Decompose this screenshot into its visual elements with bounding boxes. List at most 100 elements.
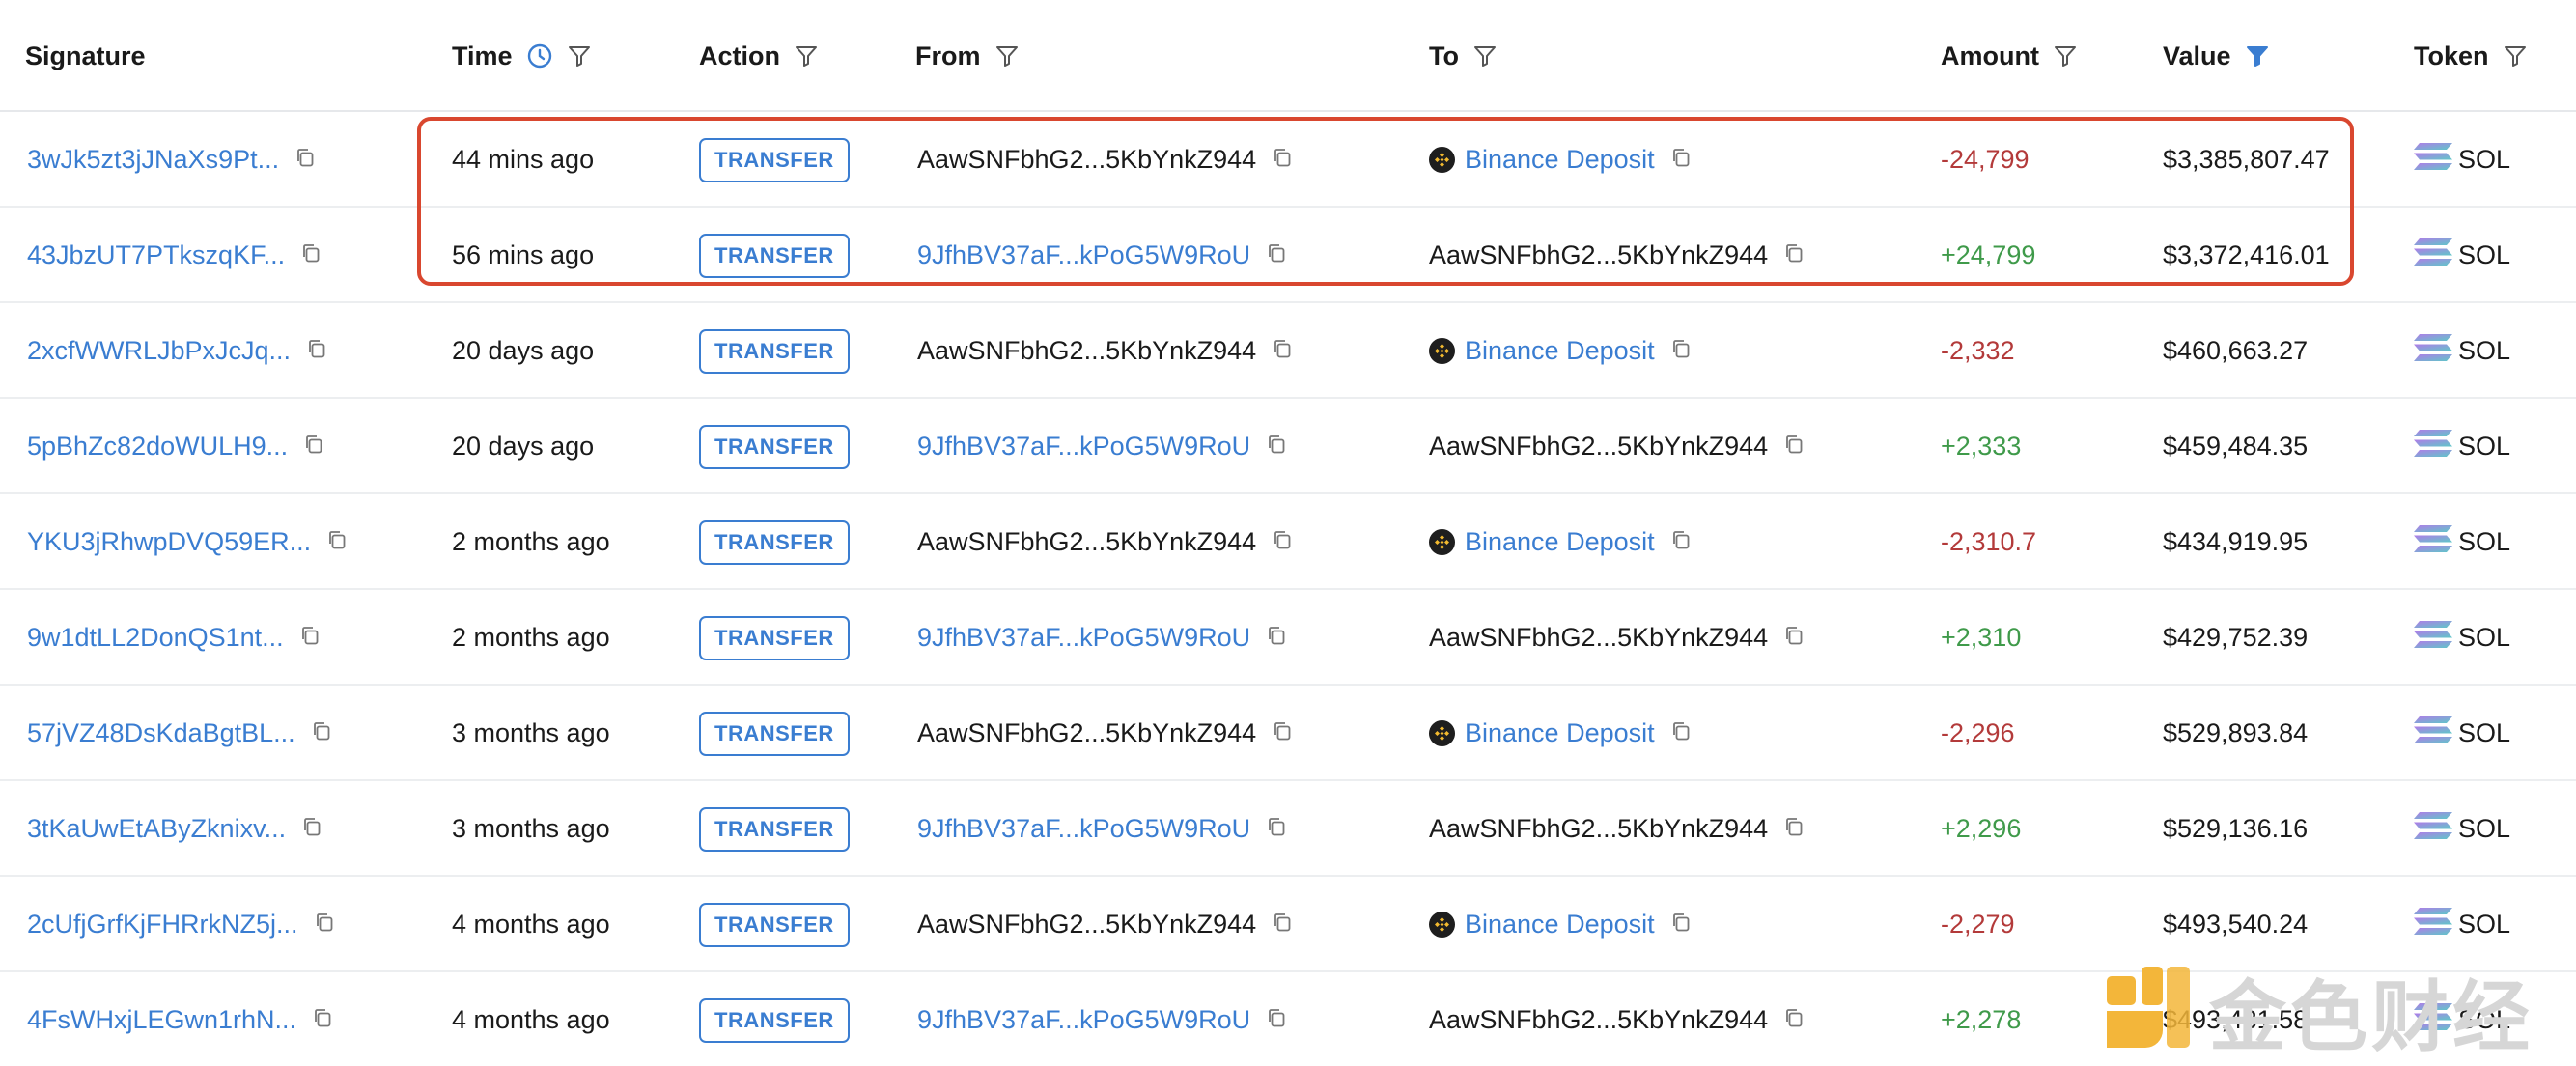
action-badge[interactable]: TRANSFER bbox=[699, 615, 850, 660]
to-address[interactable]: Binance Deposit bbox=[1465, 718, 1655, 748]
from-cell[interactable]: AawSNFbhG2...5KbYnkZ944 bbox=[917, 303, 1293, 399]
to-address[interactable]: Binance Deposit bbox=[1465, 527, 1655, 557]
token-symbol[interactable]: SOL bbox=[2458, 718, 2510, 748]
signature-link[interactable]: YKU3jRhwpDVQ59ER... bbox=[27, 527, 311, 557]
signature-link[interactable]: 2cUfjGrfKjFHRrkNZ5j... bbox=[27, 910, 298, 940]
copy-icon[interactable] bbox=[1670, 336, 1692, 366]
copy-icon[interactable] bbox=[1783, 623, 1805, 653]
from-cell[interactable]: 9JfhBV37aF...kPoG5W9RoU bbox=[917, 590, 1287, 686]
from-cell[interactable]: 9JfhBV37aF...kPoG5W9RoU bbox=[917, 781, 1287, 877]
copy-icon[interactable] bbox=[299, 623, 321, 653]
signature-cell[interactable]: 3wJk5zt3jJNaXs9Pt... bbox=[27, 112, 316, 208]
to-cell[interactable]: AawSNFbhG2...5KbYnkZ944 bbox=[1429, 972, 1805, 1066]
copy-icon[interactable] bbox=[301, 814, 322, 844]
from-cell[interactable]: 9JfhBV37aF...kPoG5W9RoU bbox=[917, 208, 1287, 303]
copy-icon[interactable] bbox=[303, 432, 324, 462]
from-cell[interactable]: AawSNFbhG2...5KbYnkZ944 bbox=[917, 877, 1293, 972]
table-row[interactable]: YKU3jRhwpDVQ59ER... 2 months ago TRANSFE… bbox=[0, 494, 2576, 590]
from-address[interactable]: AawSNFbhG2...5KbYnkZ944 bbox=[917, 910, 1256, 940]
table-row[interactable]: 3wJk5zt3jJNaXs9Pt... 44 mins ago TRANSFE… bbox=[0, 112, 2576, 208]
from-address[interactable]: AawSNFbhG2...5KbYnkZ944 bbox=[917, 145, 1256, 175]
signature-link[interactable]: 9w1dtLL2DonQS1nt... bbox=[27, 623, 284, 653]
token-cell[interactable]: SOL bbox=[2414, 112, 2510, 208]
to-address[interactable]: AawSNFbhG2...5KbYnkZ944 bbox=[1429, 1005, 1768, 1035]
signature-link[interactable]: 4FsWHxjLEGwn1rhN... bbox=[27, 1005, 296, 1035]
table-row[interactable]: 2xcfWWRLJbPxJcJq... 20 days ago TRANSFER… bbox=[0, 303, 2576, 399]
token-cell[interactable]: SOL bbox=[2414, 686, 2510, 781]
signature-cell[interactable]: 43JbzUT7PTkszqKF... bbox=[27, 208, 322, 303]
token-symbol[interactable]: SOL bbox=[2458, 432, 2510, 462]
to-cell[interactable]: AawSNFbhG2...5KbYnkZ944 bbox=[1429, 399, 1805, 494]
token-cell[interactable]: SOL bbox=[2414, 781, 2510, 877]
copy-icon[interactable] bbox=[1272, 527, 1293, 557]
copy-icon[interactable] bbox=[1670, 527, 1692, 557]
copy-icon[interactable] bbox=[311, 718, 332, 748]
from-address[interactable]: 9JfhBV37aF...kPoG5W9RoU bbox=[917, 432, 1250, 462]
copy-icon[interactable] bbox=[1670, 910, 1692, 940]
table-row[interactable]: 5pBhZc82doWULH9... 20 days ago TRANSFER … bbox=[0, 399, 2576, 494]
copy-icon[interactable] bbox=[314, 910, 335, 940]
signature-link[interactable]: 5pBhZc82doWULH9... bbox=[27, 432, 288, 462]
copy-icon[interactable] bbox=[1783, 814, 1805, 844]
copy-icon[interactable] bbox=[1783, 240, 1805, 270]
to-address[interactable]: AawSNFbhG2...5KbYnkZ944 bbox=[1429, 623, 1768, 653]
signature-link[interactable]: 3wJk5zt3jJNaXs9Pt... bbox=[27, 145, 279, 175]
table-row[interactable]: 3tKaUwEtAByZknixv... 3 months ago TRANSF… bbox=[0, 781, 2576, 877]
token-symbol[interactable]: SOL bbox=[2458, 814, 2510, 844]
from-address[interactable]: 9JfhBV37aF...kPoG5W9RoU bbox=[917, 623, 1250, 653]
copy-icon[interactable] bbox=[1266, 432, 1287, 462]
token-cell[interactable]: SOL bbox=[2414, 590, 2510, 686]
from-cell[interactable]: 9JfhBV37aF...kPoG5W9RoU bbox=[917, 399, 1287, 494]
filter-icon[interactable] bbox=[567, 43, 592, 69]
copy-icon[interactable] bbox=[312, 1005, 333, 1035]
copy-icon[interactable] bbox=[1266, 814, 1287, 844]
token-symbol[interactable]: SOL bbox=[2458, 910, 2510, 940]
from-address[interactable]: 9JfhBV37aF...kPoG5W9RoU bbox=[917, 1005, 1250, 1035]
token-cell[interactable]: SOL bbox=[2414, 208, 2510, 303]
token-cell[interactable]: SOL bbox=[2414, 303, 2510, 399]
copy-icon[interactable] bbox=[300, 240, 322, 270]
copy-icon[interactable] bbox=[1783, 1005, 1805, 1035]
action-badge[interactable]: TRANSFER bbox=[699, 806, 850, 852]
signature-cell[interactable]: YKU3jRhwpDVQ59ER... bbox=[27, 494, 348, 590]
action-badge[interactable]: TRANSFER bbox=[699, 519, 850, 565]
copy-icon[interactable] bbox=[1272, 336, 1293, 366]
copy-icon[interactable] bbox=[326, 527, 348, 557]
to-address[interactable]: AawSNFbhG2...5KbYnkZ944 bbox=[1429, 432, 1768, 462]
signature-cell[interactable]: 4FsWHxjLEGwn1rhN... bbox=[27, 972, 333, 1066]
action-badge[interactable]: TRANSFER bbox=[699, 328, 850, 374]
signature-cell[interactable]: 2xcfWWRLJbPxJcJq... bbox=[27, 303, 327, 399]
table-row[interactable]: 43JbzUT7PTkszqKF... 56 mins ago TRANSFER… bbox=[0, 208, 2576, 303]
token-symbol[interactable]: SOL bbox=[2458, 240, 2510, 270]
from-address[interactable]: AawSNFbhG2...5KbYnkZ944 bbox=[917, 336, 1256, 366]
token-cell[interactable]: SOL bbox=[2414, 494, 2510, 590]
copy-icon[interactable] bbox=[1783, 432, 1805, 462]
token-symbol[interactable]: SOL bbox=[2458, 336, 2510, 366]
copy-icon[interactable] bbox=[1670, 145, 1692, 175]
to-cell[interactable]: Binance Deposit bbox=[1429, 686, 1692, 781]
signature-link[interactable]: 2xcfWWRLJbPxJcJq... bbox=[27, 336, 291, 366]
to-address[interactable]: AawSNFbhG2...5KbYnkZ944 bbox=[1429, 814, 1768, 844]
token-symbol[interactable]: SOL bbox=[2458, 145, 2510, 175]
signature-cell[interactable]: 3tKaUwEtAByZknixv... bbox=[27, 781, 322, 877]
signature-cell[interactable]: 2cUfjGrfKjFHRrkNZ5j... bbox=[27, 877, 335, 972]
to-address[interactable]: AawSNFbhG2...5KbYnkZ944 bbox=[1429, 240, 1768, 270]
from-address[interactable]: 9JfhBV37aF...kPoG5W9RoU bbox=[917, 814, 1250, 844]
to-address[interactable]: Binance Deposit bbox=[1465, 145, 1655, 175]
to-address[interactable]: Binance Deposit bbox=[1465, 336, 1655, 366]
copy-icon[interactable] bbox=[1266, 623, 1287, 653]
filter-icon[interactable] bbox=[2053, 43, 2078, 69]
token-cell[interactable]: SOL bbox=[2414, 399, 2510, 494]
to-cell[interactable]: AawSNFbhG2...5KbYnkZ944 bbox=[1429, 590, 1805, 686]
copy-icon[interactable] bbox=[1266, 240, 1287, 270]
action-badge[interactable]: TRANSFER bbox=[699, 997, 850, 1043]
from-address[interactable]: 9JfhBV37aF...kPoG5W9RoU bbox=[917, 240, 1250, 270]
filter-icon[interactable] bbox=[794, 43, 819, 69]
filter-active-icon[interactable] bbox=[2245, 43, 2270, 69]
from-address[interactable]: AawSNFbhG2...5KbYnkZ944 bbox=[917, 718, 1256, 748]
to-address[interactable]: Binance Deposit bbox=[1465, 910, 1655, 940]
to-cell[interactable]: Binance Deposit bbox=[1429, 877, 1692, 972]
from-cell[interactable]: AawSNFbhG2...5KbYnkZ944 bbox=[917, 686, 1293, 781]
signature-cell[interactable]: 5pBhZc82doWULH9... bbox=[27, 399, 324, 494]
from-cell[interactable]: AawSNFbhG2...5KbYnkZ944 bbox=[917, 494, 1293, 590]
